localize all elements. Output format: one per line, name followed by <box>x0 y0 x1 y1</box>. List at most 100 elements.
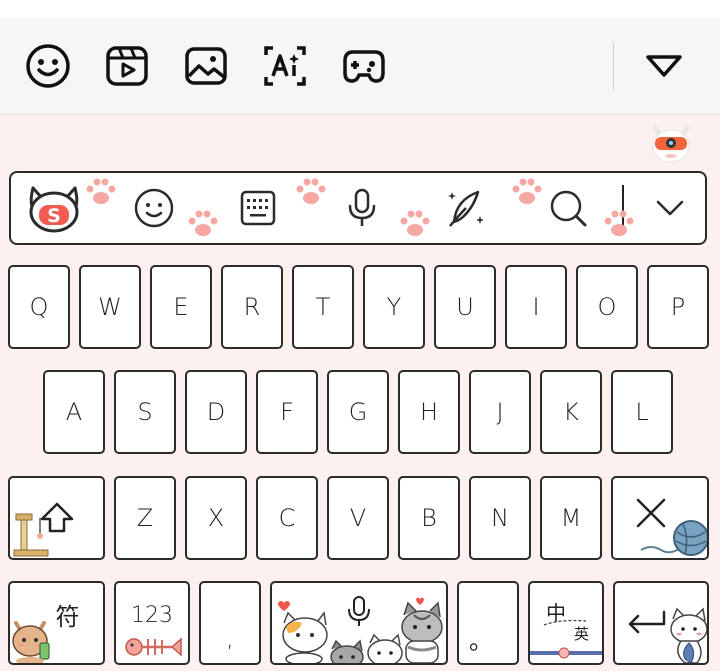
hide-keyboard-button[interactable] <box>640 42 688 90</box>
key-label: K <box>563 398 579 426</box>
key-label: I <box>532 293 540 321</box>
image-button[interactable] <box>182 42 230 90</box>
key-x[interactable]: X <box>185 476 247 560</box>
period-label: 。 <box>469 626 493 655</box>
keyboard-toolbar <box>0 18 720 115</box>
key-l[interactable]: L <box>611 370 673 454</box>
key-n[interactable]: N <box>469 476 531 560</box>
numbers-key[interactable]: 123 <box>114 581 190 665</box>
clip-video-button[interactable] <box>103 42 151 90</box>
key-e[interactable]: E <box>150 265 212 349</box>
key-f[interactable]: F <box>256 370 318 454</box>
key-t[interactable]: T <box>292 265 354 349</box>
key-label: F <box>280 398 294 426</box>
toolbar-divider <box>613 42 614 90</box>
paw-print-icon <box>512 178 542 204</box>
smiley-icon <box>134 188 174 228</box>
paw-print-icon <box>296 178 326 204</box>
paw-print-icon <box>188 210 218 236</box>
language-switch-key[interactable]: 中 英 <box>528 581 604 665</box>
search-button[interactable] <box>545 185 591 231</box>
chevron-down-icon <box>656 200 684 216</box>
voice-input-button[interactable] <box>339 185 385 231</box>
comma-key[interactable]: , <box>199 581 261 665</box>
key-u[interactable]: U <box>434 265 496 349</box>
key-p[interactable]: P <box>647 265 709 349</box>
space-key[interactable] <box>270 581 448 665</box>
quill-pen-icon <box>448 190 484 227</box>
key-label: R <box>243 293 261 321</box>
ai-text-button[interactable] <box>261 42 309 90</box>
emoticon-button[interactable] <box>131 185 177 231</box>
cat-with-drink-icon <box>12 621 50 663</box>
key-c[interactable]: C <box>256 476 318 560</box>
candidate-bar: S <box>9 171 707 245</box>
key-k[interactable]: K <box>540 370 602 454</box>
emoji-button[interactable] <box>24 42 72 90</box>
key-r[interactable]: R <box>221 265 283 349</box>
slash-divider-icon <box>530 619 602 659</box>
key-j[interactable]: J <box>469 370 531 454</box>
key-y[interactable]: Y <box>363 265 425 349</box>
key-label: L <box>635 398 649 426</box>
image-icon <box>185 47 227 85</box>
key-v[interactable]: V <box>327 476 389 560</box>
microphone-icon <box>348 188 376 226</box>
shift-arrow-icon <box>40 502 73 533</box>
key-label: H <box>419 398 439 426</box>
ai-text-icon <box>264 46 306 86</box>
paw-print-icon <box>604 210 634 236</box>
lang-sub-label: 英 <box>574 625 590 643</box>
cat-with-fish-icon <box>670 607 707 663</box>
emoji-icon <box>26 44 70 88</box>
key-s[interactable]: S <box>114 370 176 454</box>
key-label: U <box>456 293 474 321</box>
key-g[interactable]: G <box>327 370 389 454</box>
key-w[interactable]: W <box>79 265 141 349</box>
key-h[interactable]: H <box>398 370 460 454</box>
symbols-label: 符 <box>55 603 80 631</box>
triangle-down-icon <box>646 55 682 77</box>
gamepad-icon <box>343 50 385 83</box>
enter-key[interactable] <box>613 581 709 665</box>
key-label: O <box>597 293 617 321</box>
key-label: B <box>421 504 437 532</box>
game-button[interactable] <box>340 42 388 90</box>
key-label: D <box>206 398 226 426</box>
key-z[interactable]: Z <box>114 476 176 560</box>
backspace-x-icon <box>636 498 666 528</box>
key-label: Q <box>29 293 49 321</box>
key-a[interactable]: A <box>43 370 105 454</box>
key-d[interactable]: D <box>185 370 247 454</box>
handwriting-button[interactable] <box>443 185 489 231</box>
fish-bone-icon <box>125 637 182 657</box>
paw-print-icon <box>400 210 430 236</box>
key-i[interactable]: I <box>505 265 567 349</box>
keyboard-icon <box>240 190 276 226</box>
key-label: X <box>207 504 225 532</box>
key-label: V <box>349 504 367 532</box>
logo-letter: S <box>47 205 61 227</box>
comma-label: , <box>226 624 234 652</box>
shift-key[interactable] <box>8 476 105 560</box>
backspace-key[interactable] <box>611 476 709 560</box>
key-o[interactable]: O <box>576 265 638 349</box>
key-b[interactable]: B <box>398 476 460 560</box>
key-m[interactable]: M <box>540 476 602 560</box>
keyboard-switch-button[interactable] <box>235 185 281 231</box>
status-strip <box>0 0 720 18</box>
numbers-label: 123 <box>131 603 173 628</box>
enter-arrow-icon <box>628 610 666 634</box>
sogou-logo-button[interactable]: S <box>25 181 83 235</box>
key-label: M <box>560 504 582 532</box>
key-label: E <box>173 293 189 321</box>
key-label: T <box>315 293 331 321</box>
expand-candidates-button[interactable] <box>647 185 693 231</box>
cat-mascot[interactable] <box>649 120 693 164</box>
period-key[interactable]: 。 <box>457 581 519 665</box>
key-label: J <box>496 398 504 426</box>
search-icon <box>550 190 587 227</box>
key-q[interactable]: Q <box>8 265 70 349</box>
symbols-key[interactable]: 符 <box>8 581 105 665</box>
key-label: A <box>65 398 83 426</box>
